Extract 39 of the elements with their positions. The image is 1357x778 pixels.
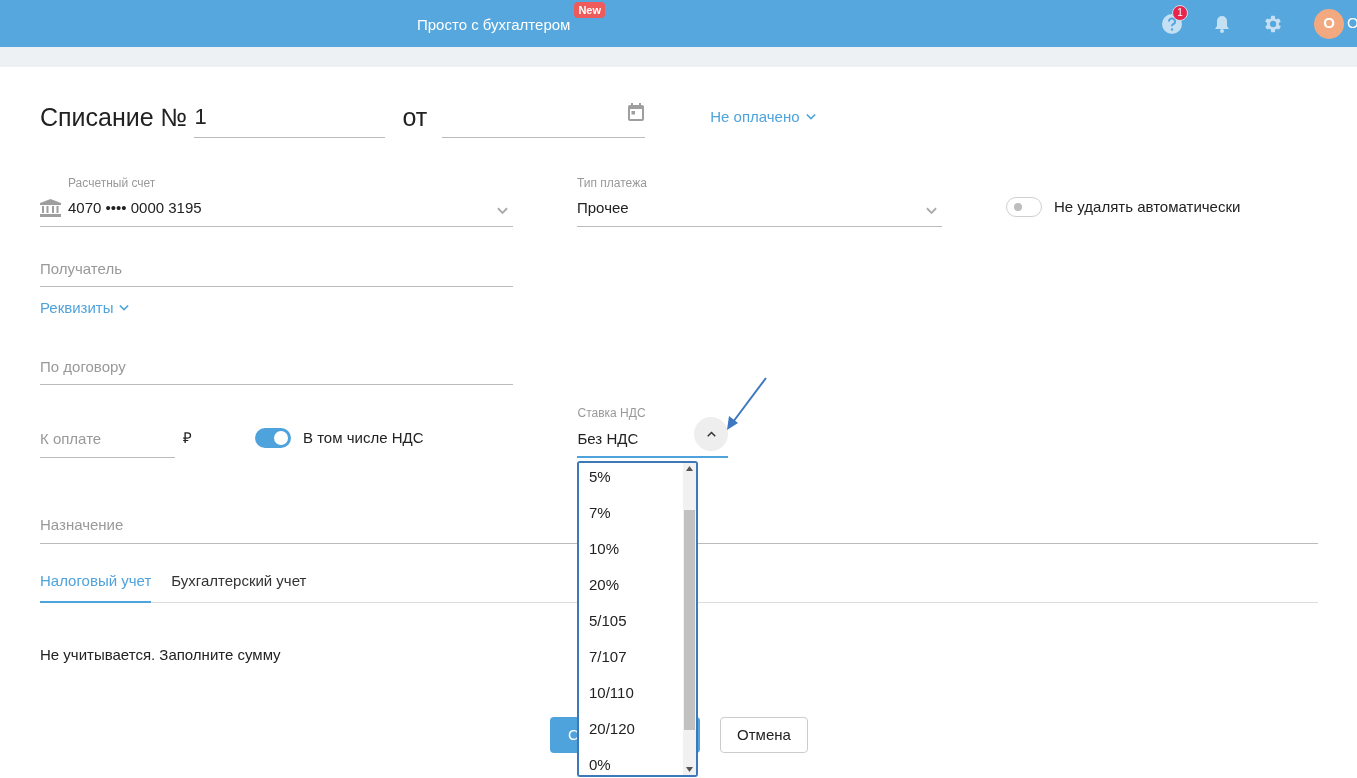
cancel-button[interactable]: Отмена bbox=[720, 717, 808, 753]
chevron-up-icon bbox=[707, 429, 716, 438]
auto-delete-toggle[interactable] bbox=[1006, 197, 1042, 218]
scroll-down-icon[interactable] bbox=[686, 767, 693, 772]
collapse-button[interactable] bbox=[694, 416, 729, 451]
scroll-up-icon[interactable] bbox=[686, 466, 693, 471]
chevron-down-icon bbox=[118, 304, 129, 313]
field-label: Тип платежа bbox=[577, 175, 648, 192]
bank-icon bbox=[40, 198, 61, 217]
recipient-field[interactable]: Получатель bbox=[40, 257, 513, 287]
payment-type-select[interactable]: Тип платежа Прочее bbox=[577, 174, 942, 227]
toggle-label: В том числе НДС bbox=[303, 428, 424, 448]
tax-note: Не учитывается. Заполните сумму bbox=[40, 644, 281, 665]
date-field[interactable] bbox=[442, 100, 646, 138]
number-field[interactable]: 1 bbox=[194, 103, 386, 138]
toggle-label: Не удалять автоматически bbox=[1054, 197, 1241, 217]
document-title: Списание № bbox=[40, 102, 188, 132]
field-label: Ставка НДС bbox=[577, 405, 647, 422]
account-select[interactable]: Расчетный счет 4070 •••• 0000 3195 bbox=[40, 174, 513, 227]
notification-count: 1 bbox=[1172, 4, 1188, 21]
currency-sign: ₽ bbox=[183, 428, 192, 448]
annotation-arrow bbox=[724, 376, 768, 432]
tab[interactable]: Бухгалтерский учет bbox=[171, 570, 307, 603]
amount-field[interactable]: К оплате bbox=[40, 428, 175, 458]
calendar-icon[interactable] bbox=[627, 102, 646, 122]
contract-field[interactable]: По договору bbox=[40, 355, 513, 385]
payment-type-value: Прочее bbox=[577, 198, 630, 218]
vat-rate-value: Без НДС bbox=[577, 429, 640, 449]
date-label: от bbox=[402, 102, 428, 132]
scrollbar[interactable] bbox=[683, 463, 696, 775]
chevron-down-icon bbox=[805, 112, 816, 121]
field-label: Расчетный счет bbox=[68, 175, 157, 192]
chevron-down-icon bbox=[497, 206, 508, 215]
account-number: 4070 •••• 0000 3195 bbox=[68, 198, 203, 218]
new-tag: New bbox=[574, 2, 605, 19]
bell-icon[interactable] bbox=[1212, 13, 1232, 34]
vat-rate-select[interactable]: Ставка НДС Без НДС bbox=[577, 404, 729, 458]
vat-toggle[interactable] bbox=[255, 428, 291, 449]
chevron-down-icon bbox=[926, 206, 937, 215]
